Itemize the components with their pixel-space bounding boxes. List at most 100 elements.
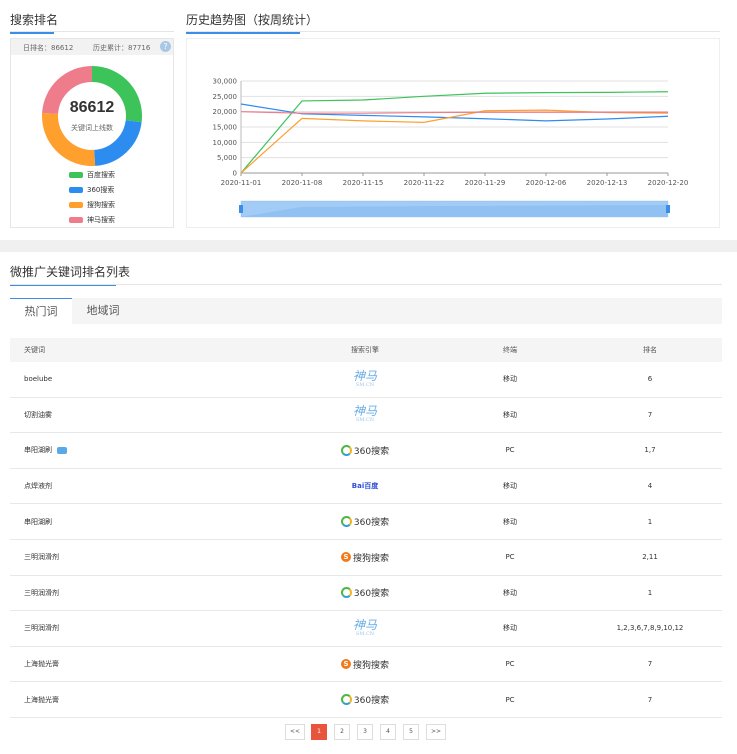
keyword-text: 点焊液剂 xyxy=(24,482,52,491)
keyword-table: 关键词 搜索引擎 终端 排名 boelube 神马 SM.CN 移动 6 切割油雾 神马 SM… xyxy=(10,338,722,718)
page-2-button[interactable]: 2 xyxy=(334,724,350,740)
engine-cell: Bai百度 xyxy=(310,469,420,504)
keyword-text: 三明润滑剂 xyxy=(24,553,59,562)
legend-swatch xyxy=(69,186,83,193)
table-row[interactable]: 三明润滑剂 S 搜狗搜索 PC 2,11 xyxy=(10,540,722,576)
keyword-cell: 三明润滑剂 xyxy=(24,540,59,575)
terminal-cell: PC xyxy=(505,446,515,455)
terminal-cell: PC xyxy=(505,695,515,704)
series-line-0[interactable] xyxy=(240,91,669,174)
360-search-logo-icon: 360搜索 xyxy=(340,693,389,706)
today-rank: 日排名：86612 xyxy=(23,43,73,53)
keyword-text: 切割油雾 xyxy=(24,410,52,419)
shenma-logo-icon: 神马 SM.CN xyxy=(352,404,377,424)
help-icon[interactable]: ? xyxy=(160,41,171,52)
table-row[interactable]: 上海抛光膏 360搜索 PC 7 xyxy=(10,682,722,718)
divider xyxy=(186,31,720,32)
summary-panel: 搜索排名 历史趋势图（按周统计） 日排名：86612 历史累计：87716 ? … xyxy=(0,0,737,240)
rank-cell: 1 xyxy=(647,588,653,597)
rank-cell: 7 xyxy=(647,660,653,669)
keyword-text: 三明润滑剂 xyxy=(24,624,59,633)
legend-label: 百度搜索 xyxy=(87,170,115,179)
divider xyxy=(10,284,722,285)
page-1-button[interactable]: 1 xyxy=(311,724,327,740)
zoom-slider-selection[interactable] xyxy=(241,201,668,217)
terminal-cell: 移动 xyxy=(503,410,517,419)
legend-item[interactable]: 360搜索 xyxy=(69,182,115,197)
sogou-logo-icon: S 搜狗搜索 xyxy=(340,551,389,564)
engine-name: 神马 xyxy=(352,404,377,419)
engine-subtext: SM.CN xyxy=(355,417,375,424)
x-tick-label: 2020-12-20 xyxy=(648,179,689,187)
x-tick-label: 2020-11-29 xyxy=(465,179,506,187)
table-row[interactable]: 切割油雾 神马 SM.CN 移动 7 xyxy=(10,398,722,434)
terminal-cell: 移动 xyxy=(503,375,517,384)
zoom-handle-right[interactable] xyxy=(666,205,670,213)
table-row[interactable]: 点焊液剂 Bai百度 移动 4 xyxy=(10,469,722,505)
x-tick-label: 2020-11-22 xyxy=(404,179,445,187)
engine-name: 360搜索 xyxy=(353,446,390,457)
sogou-ball-icon: S xyxy=(340,659,351,670)
keyword-cell: 三明润滑剂 xyxy=(24,576,59,611)
terminal-cell: PC xyxy=(505,553,515,562)
rank-card-header: 日排名：86612 历史累计：87716 ? xyxy=(11,39,173,55)
engine-name: 360搜索 xyxy=(353,518,390,529)
shenma-logo-icon: 神马 SM.CN xyxy=(352,368,377,388)
legend-item[interactable]: 搜狗搜索 xyxy=(69,197,115,212)
x-tick-label: 2020-11-08 xyxy=(282,179,323,187)
table-row[interactable]: boelube 神马 SM.CN 移动 6 xyxy=(10,362,722,398)
ring-icon xyxy=(340,444,352,456)
last-page-button[interactable]: >> xyxy=(426,724,446,740)
terminal-cell: PC xyxy=(505,660,515,669)
engine-cell: 神马 SM.CN xyxy=(310,362,420,397)
shenma-logo-icon: 神马 SM.CN xyxy=(352,617,377,637)
first-page-button[interactable]: << xyxy=(285,724,305,740)
donut-total: 86612 xyxy=(69,99,115,116)
legend-swatch xyxy=(69,216,83,223)
y-tick-label: 10,000 xyxy=(213,139,238,147)
rank-cell: 2,11 xyxy=(642,553,658,562)
engine-name: 神马 xyxy=(352,617,377,632)
promo-badge-icon xyxy=(57,446,67,454)
history-label: 历史累计： xyxy=(93,44,128,52)
tab-region-words[interactable]: 地域词 xyxy=(72,298,134,324)
keyword-text: 串阳湖刷 xyxy=(24,446,52,455)
legend-label: 神马搜索 xyxy=(87,215,115,224)
zoom-handle-left[interactable] xyxy=(239,205,243,213)
table-row[interactable]: 三明润滑剂 360搜索 移动 1 xyxy=(10,576,722,612)
donut-legend: 百度搜索 360搜索搜狗搜索神马搜索 xyxy=(69,167,115,227)
x-tick-label: 2020-12-13 xyxy=(587,179,628,187)
page-4-button[interactable]: 4 xyxy=(380,724,396,740)
legend-item[interactable]: 百度搜索 xyxy=(69,167,115,182)
terminal-cell: 移动 xyxy=(503,588,517,597)
keyword-cell: 点焊液剂 xyxy=(24,469,52,504)
keyword-text: 三明润滑剂 xyxy=(24,588,59,597)
trend-title-text: 历史趋势图（按周统计） xyxy=(186,13,319,27)
x-tick-label: 2020-11-01 xyxy=(221,179,262,187)
keyword-text: 串阳湖刷 xyxy=(24,517,52,526)
list-section-title: 微推广关键词排名列表 xyxy=(10,262,130,286)
sogou-logo-icon: S 搜狗搜索 xyxy=(340,658,389,671)
table-row[interactable]: 上海抛光膏 S 搜狗搜索 PC 7 xyxy=(10,647,722,683)
history-value: 87716 xyxy=(128,44,151,52)
table-row[interactable]: 三明润滑剂 神马 SM.CN 移动 1,2,3,6,7,8,9,10,12 xyxy=(10,611,722,647)
legend-label: 搜狗搜索 xyxy=(87,200,115,209)
y-tick-label: 15,000 xyxy=(213,124,238,132)
col-rank: 排名 xyxy=(643,346,657,354)
table-row[interactable]: 串阳湖刷 360搜索 移动 1 xyxy=(10,504,722,540)
table-row[interactable]: 串阳湖刷 360搜索 PC 1,7 xyxy=(10,433,722,469)
keyword-cell: 切割油雾 xyxy=(24,398,52,433)
engine-cell: 360搜索 xyxy=(310,433,420,468)
tab-hot-words[interactable]: 热门词 xyxy=(10,298,72,324)
ring-icon xyxy=(340,587,352,599)
donut-segment-2[interactable] xyxy=(42,112,96,166)
x-tick-label: 2020-12-06 xyxy=(526,179,567,187)
legend-item[interactable]: 神马搜索 xyxy=(69,212,115,227)
divider xyxy=(10,31,174,32)
trend-line-chart: 0 5,000 10,000 15,000 20,000 25,000 30,000 2020… xyxy=(213,78,689,218)
page-5-button[interactable]: 5 xyxy=(403,724,419,740)
page-3-button[interactable]: 3 xyxy=(357,724,373,740)
y-tick-label: 0 xyxy=(233,170,237,178)
engine-name: 神马 xyxy=(352,368,377,383)
sogou-ball-icon: S xyxy=(340,552,351,563)
